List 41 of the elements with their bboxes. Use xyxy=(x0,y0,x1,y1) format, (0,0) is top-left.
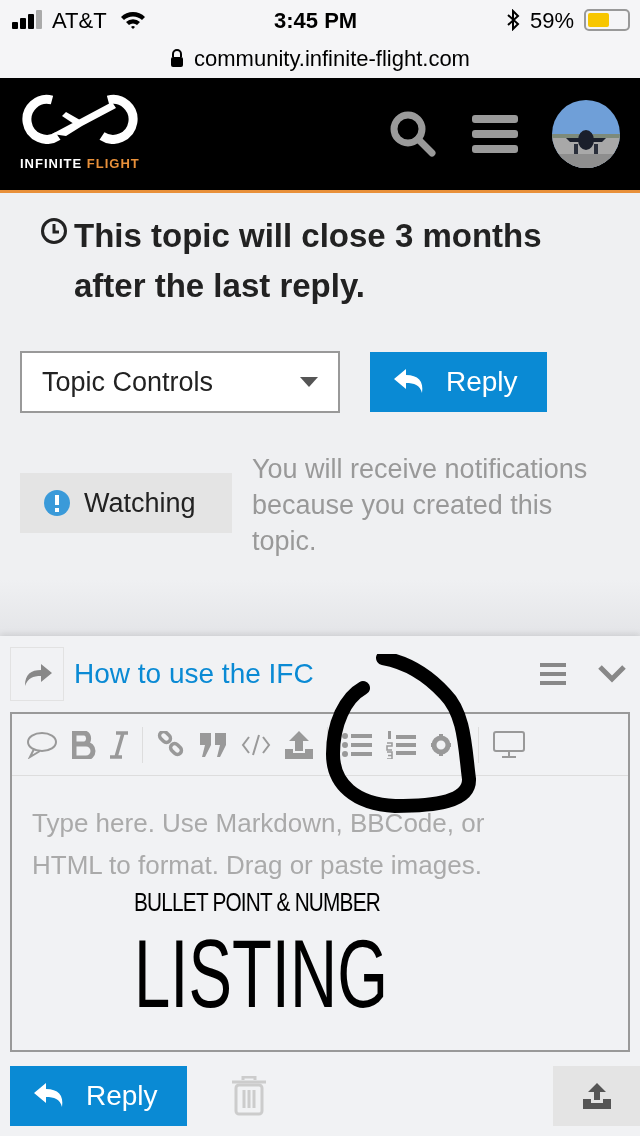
watching-button[interactable]: Watching xyxy=(20,473,232,533)
reply-button[interactable]: Reply xyxy=(10,1066,187,1126)
menu-icon[interactable] xyxy=(540,663,566,685)
quote-icon[interactable] xyxy=(199,731,227,758)
logo-text: FLIGHT xyxy=(86,156,140,172)
trash-icon[interactable] xyxy=(231,1076,267,1116)
gear-icon[interactable] xyxy=(430,732,452,757)
site-logo[interactable]: INFINITE FLIGHT xyxy=(20,94,140,174)
link-icon[interactable] xyxy=(157,730,185,759)
menu-icon[interactable] xyxy=(472,115,518,153)
notification-description: You will receive notifications because you created this topic. xyxy=(252,453,589,558)
battery-percent: 59% xyxy=(529,6,574,35)
reply-button[interactable]: Reply xyxy=(370,352,547,412)
logo-text: INFINITE xyxy=(20,156,83,172)
preview-monitor-icon[interactable] xyxy=(493,730,525,759)
bold-icon[interactable] xyxy=(72,730,96,759)
carrier-name: AT&T xyxy=(52,6,107,35)
italic-icon[interactable] xyxy=(110,730,128,759)
annotation-title: LISTING xyxy=(134,924,388,1024)
search-icon[interactable] xyxy=(388,109,438,159)
bluetooth-icon xyxy=(505,9,520,31)
bullet-list-icon[interactable] xyxy=(342,732,372,757)
upload-icon[interactable] xyxy=(285,730,313,759)
chevron-down-icon[interactable] xyxy=(598,665,626,683)
speech-bubble-icon[interactable] xyxy=(26,730,58,759)
annotation-caption: BULLET POINT & NUMBER xyxy=(134,886,380,918)
lock-icon xyxy=(170,49,185,67)
topic-controls-dropdown[interactable]: Topic Controls xyxy=(20,351,340,413)
status-time: 3:45 PM xyxy=(274,6,358,35)
reply-editor-field[interactable]: Type here. Use Markdown, BBCode, or HTML to format. Drag or paste images. BULLET POINT & NUMBER LISTING xyxy=(10,712,630,1052)
topic-close-notice: This topic will close 3 months after the last reply. xyxy=(74,216,543,306)
battery-icon xyxy=(584,9,630,31)
logo-icon xyxy=(21,94,138,145)
clock-icon xyxy=(40,217,68,245)
upload-button[interactable] xyxy=(553,1066,640,1126)
info-icon xyxy=(44,490,70,516)
caret-icon xyxy=(300,377,318,387)
code-icon[interactable] xyxy=(241,732,271,757)
page-url[interactable]: community.infinite-flight.com xyxy=(194,41,470,75)
upload-icon xyxy=(582,1083,611,1109)
numbered-list-icon[interactable] xyxy=(386,730,416,759)
